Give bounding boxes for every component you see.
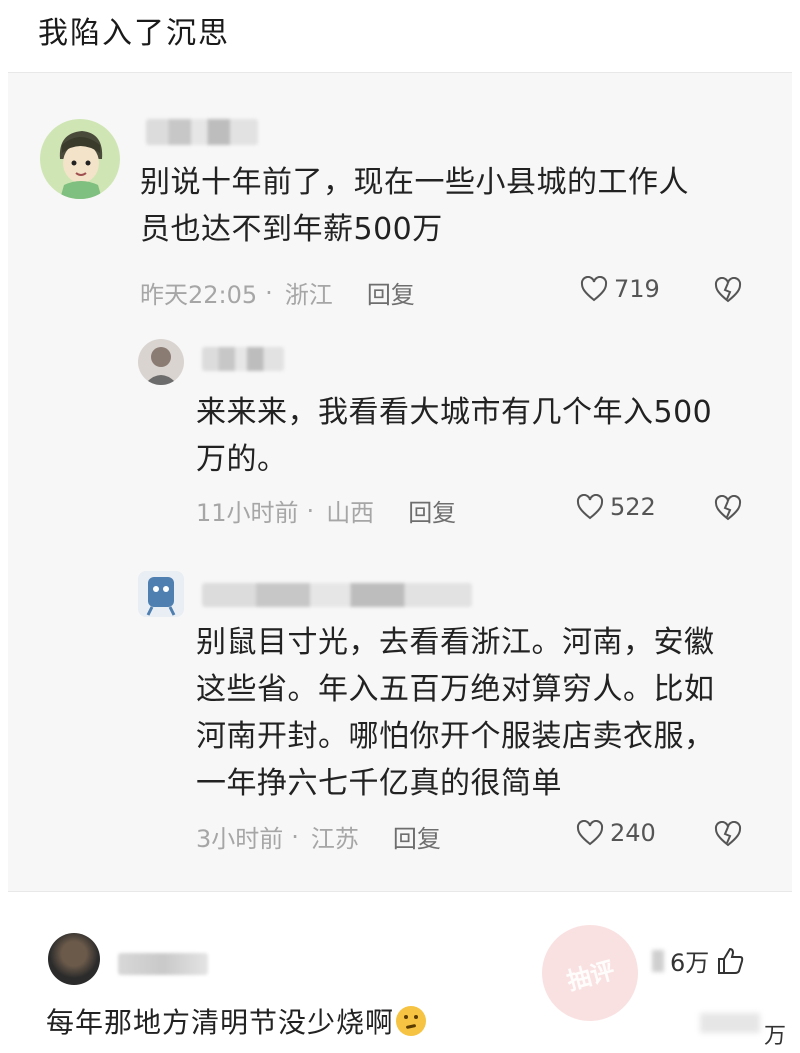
reply-button[interactable]: 回复 (408, 493, 456, 528)
comment-text-line: 员也达不到年薪500万 (140, 212, 443, 247)
username-blurred[interactable] (146, 119, 258, 145)
like-count: 240 (610, 819, 656, 847)
comment-text-line: 一年挣六七千亿真的很简单 (196, 766, 562, 801)
thumbs-up-icon (718, 947, 744, 974)
comment-text-content: 每年那地方清明节没少烧啊 (46, 1006, 395, 1039)
comment-time: 昨天22:05 (140, 281, 258, 309)
comment-text-line: 河南开封。哪怕你开个服装店卖衣服， (196, 719, 715, 754)
embedded-comment-screenshot: 别说十年前了，现在一些小县城的工作人 员也达不到年薪500万 昨天22:05 ·… (8, 72, 792, 892)
secondary-count-suffix: 万 (764, 1024, 787, 1049)
comment-time: 3小时前 (196, 825, 284, 853)
username-blurred[interactable] (202, 583, 472, 607)
comment-text-line: 万的。 (196, 442, 288, 477)
dislike-button[interactable] (714, 277, 742, 303)
meta-separator: · (291, 822, 299, 851)
username-blurred[interactable] (118, 953, 208, 975)
user-avatar[interactable] (40, 119, 120, 199)
like-button[interactable]: 719 (580, 275, 660, 303)
username-blurred[interactable] (202, 347, 284, 371)
dislike-button[interactable] (714, 821, 742, 847)
comment-1: 别说十年前了，现在一些小县城的工作人 员也达不到年薪500万 昨天22:05 ·… (8, 73, 792, 323)
thinking-face-icon (396, 1006, 427, 1036)
broken-heart-icon (714, 821, 742, 847)
comment-text-line: 来来来，我看看大城市有几个年入500 (196, 395, 713, 430)
portrait-avatar-icon (144, 347, 178, 385)
cartoon-avatar-icon (146, 577, 176, 616)
comment-text: 别鼠目寸光，去看看浙江。河南，安徽 这些省。年入五百万绝对算穷人。比如 河南开封… (196, 619, 715, 807)
comment-meta: 昨天22:05 · 浙江 回复 (140, 275, 415, 310)
comment-2: 来来来，我看看大城市有几个年入500 万的。 11小时前 · 山西 回复 522 (8, 323, 792, 553)
heart-icon (576, 820, 604, 846)
heart-icon (576, 494, 604, 520)
comment-location: 浙江 (284, 281, 333, 309)
reply-button[interactable]: 回复 (393, 819, 441, 854)
user-avatar[interactable] (138, 339, 184, 385)
comment-meta: 3小时前 · 江苏 回复 (196, 819, 441, 854)
like-button[interactable]: 522 (576, 493, 656, 521)
like-count: 6万 (670, 949, 710, 977)
bottom-comment: 每年那地方清明节没少烧啊 6万 万 (38, 905, 800, 1053)
like-count: 719 (614, 275, 660, 303)
heart-icon (580, 276, 608, 302)
like-count: 522 (610, 493, 656, 521)
like-button[interactable]: 6万 (652, 943, 745, 978)
comment-text-line: 这些省。年入五百万绝对算穷人。比如 (196, 672, 715, 707)
comment-text-line: 别说十年前了，现在一些小县城的工作人 (140, 165, 689, 200)
comment-location: 山西 (326, 499, 375, 527)
user-avatar[interactable] (48, 933, 100, 985)
user-avatar[interactable] (138, 571, 184, 617)
comment-text: 别说十年前了，现在一些小县城的工作人 员也达不到年薪500万 (140, 159, 689, 253)
comment-3: 别鼠目寸光，去看看浙江。河南，安徽 这些省。年入五百万绝对算穷人。比如 河南开封… (8, 553, 792, 883)
comment-meta: 11小时前 · 山西 回复 (196, 493, 456, 528)
reply-button[interactable]: 回复 (367, 275, 415, 310)
like-button[interactable]: 240 (576, 819, 656, 847)
broken-heart-icon (714, 277, 742, 303)
blurred-count (700, 1013, 760, 1033)
dislike-button[interactable] (714, 495, 742, 521)
meta-separator: · (265, 278, 273, 307)
cartoon-avatar-icon (59, 131, 103, 199)
broken-heart-icon (714, 495, 742, 521)
comment-text: 来来来，我看看大城市有几个年入500 万的。 (196, 389, 712, 483)
post-title: 我陷入了沉思 (38, 16, 230, 51)
comment-time: 11小时前 (196, 499, 299, 527)
blurred-digit (652, 949, 664, 972)
comment-text: 每年那地方清明节没少烧啊 (46, 1001, 427, 1041)
comment-text-line: 别鼠目寸光，去看看浙江。河南，安徽 (196, 625, 715, 660)
meta-separator: · (306, 496, 315, 525)
comment-location: 江苏 (310, 825, 359, 853)
